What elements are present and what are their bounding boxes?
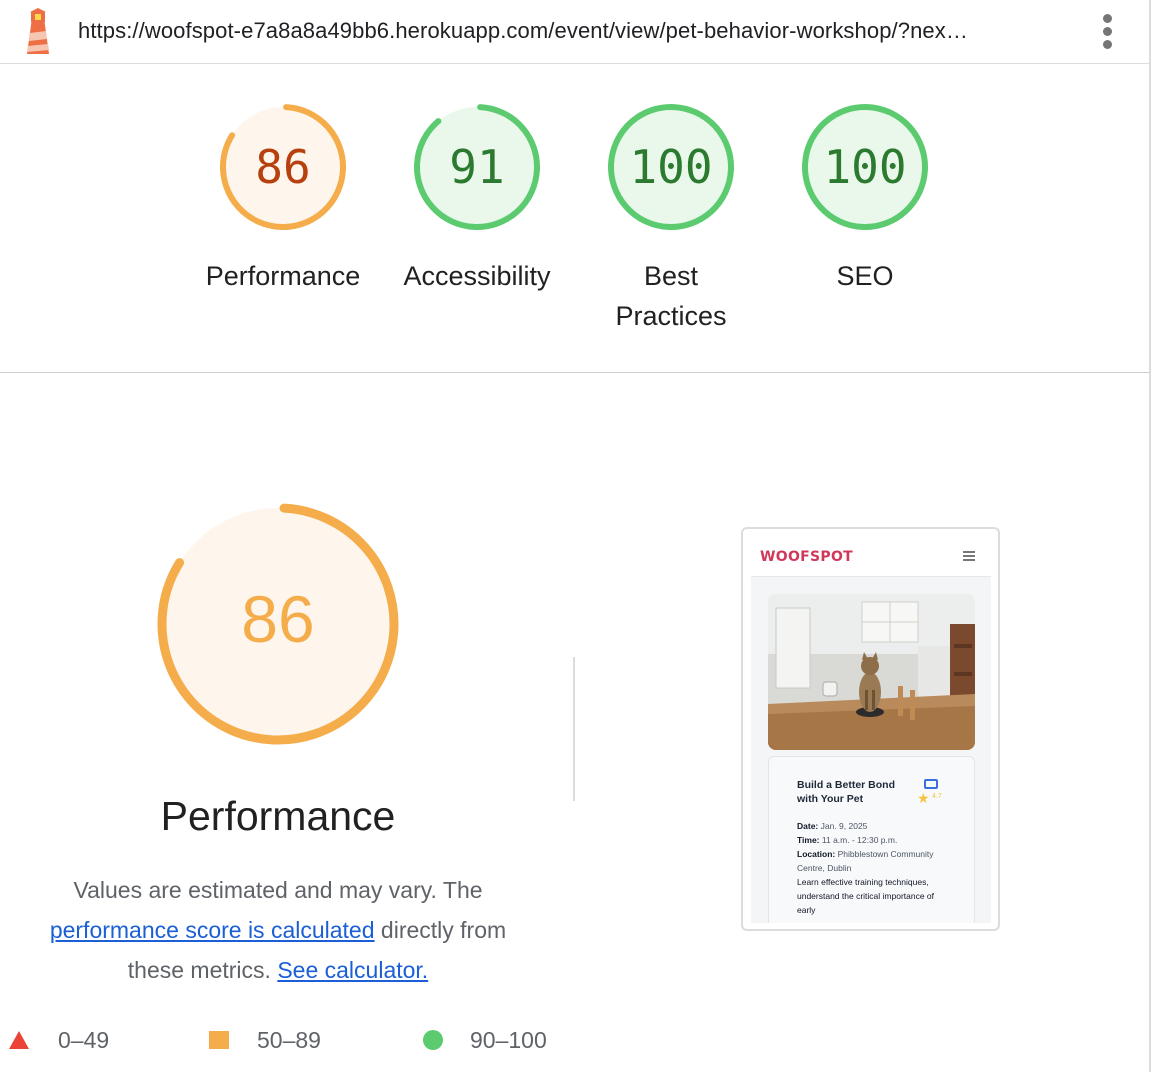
score-gauges: 86 Performance 91 Accessibility 100 Best… xyxy=(0,64,1150,373)
square-icon xyxy=(209,1031,229,1049)
star-icon: ★ xyxy=(917,790,930,806)
site-header: WOOFSPOT xyxy=(751,537,991,577)
gauge-ring: 100 xyxy=(608,104,734,230)
gauge-performance[interactable]: 86 Performance xyxy=(193,102,373,296)
ticket-icon xyxy=(924,779,938,789)
event-rating: 4.7 xyxy=(932,793,942,800)
location-label: Location: xyxy=(797,849,836,859)
event-title: Build a Better Bond with Your Pet xyxy=(797,779,896,805)
screenshot-content: WOOFSPOT Build a Better Bond with Your P… xyxy=(751,537,991,923)
divider xyxy=(573,657,575,801)
date-value: Jan. 9, 2025 xyxy=(818,821,868,831)
triangle-icon xyxy=(9,1031,29,1049)
event-card: Build a Better Bond with Your Pet ★ 4.7 … xyxy=(768,756,975,923)
performance-gauge-large: 86 xyxy=(157,503,399,745)
gauge-accessibility[interactable]: 91 Accessibility xyxy=(387,102,567,296)
gauge-label: SEO xyxy=(836,261,894,291)
time-value: 11 a.m. - 12:30 p.m. xyxy=(819,835,898,845)
more-vert-icon[interactable] xyxy=(1098,12,1118,52)
legend-range: 0–49 xyxy=(58,1027,110,1053)
url-text[interactable]: https://woofspot-e7a8a8a49bb6.herokuapp.… xyxy=(78,18,968,44)
gauge-score: 100 xyxy=(629,140,712,194)
address-bar: https://woofspot-e7a8a8a49bb6.herokuapp.… xyxy=(0,0,1150,64)
performance-score: 86 xyxy=(241,582,314,656)
event-details: Date: Jan. 9, 2025 Time: 11 a.m. - 12:30… xyxy=(797,819,947,875)
performance-description: Values are estimated and may vary. The p… xyxy=(20,870,536,990)
gauge-best-practices[interactable]: 100 Best Practices xyxy=(581,102,761,336)
legend-range: 90–100 xyxy=(470,1027,547,1053)
time-label: Time: xyxy=(797,835,820,845)
see-calculator-link[interactable]: See calculator. xyxy=(277,957,428,983)
circle-icon xyxy=(423,1030,443,1050)
gauge-seo[interactable]: 100 SEO xyxy=(775,102,955,296)
gauge-label: Accessibility xyxy=(403,261,551,291)
legend-range: 50–89 xyxy=(257,1027,321,1053)
site-logo: WOOFSPOT xyxy=(760,549,854,565)
performance-title: Performance xyxy=(160,793,396,839)
gauge-score: 86 xyxy=(255,140,310,194)
desc-text: Values are estimated and may vary. The xyxy=(73,877,483,903)
date-label: Date: xyxy=(797,821,819,831)
hamburger-menu-icon xyxy=(963,551,975,561)
gauge-score: 100 xyxy=(823,140,906,194)
lighthouse-icon xyxy=(27,8,49,54)
gauge-ring: 100 xyxy=(802,104,928,230)
gauge-label: Performance xyxy=(205,261,361,291)
final-screenshot[interactable]: WOOFSPOT Build a Better Bond with Your P… xyxy=(741,527,1000,931)
gauge-score: 91 xyxy=(449,140,504,194)
score-calculation-link[interactable]: performance score is calculated xyxy=(50,917,375,943)
gauge-ring: 86 xyxy=(220,104,346,230)
gauge-ring: 91 xyxy=(414,104,540,230)
event-description: Learn effective training techniques, und… xyxy=(797,877,935,915)
cat-on-table-photo xyxy=(768,594,975,750)
gauge-label: Best Practices xyxy=(615,261,727,331)
